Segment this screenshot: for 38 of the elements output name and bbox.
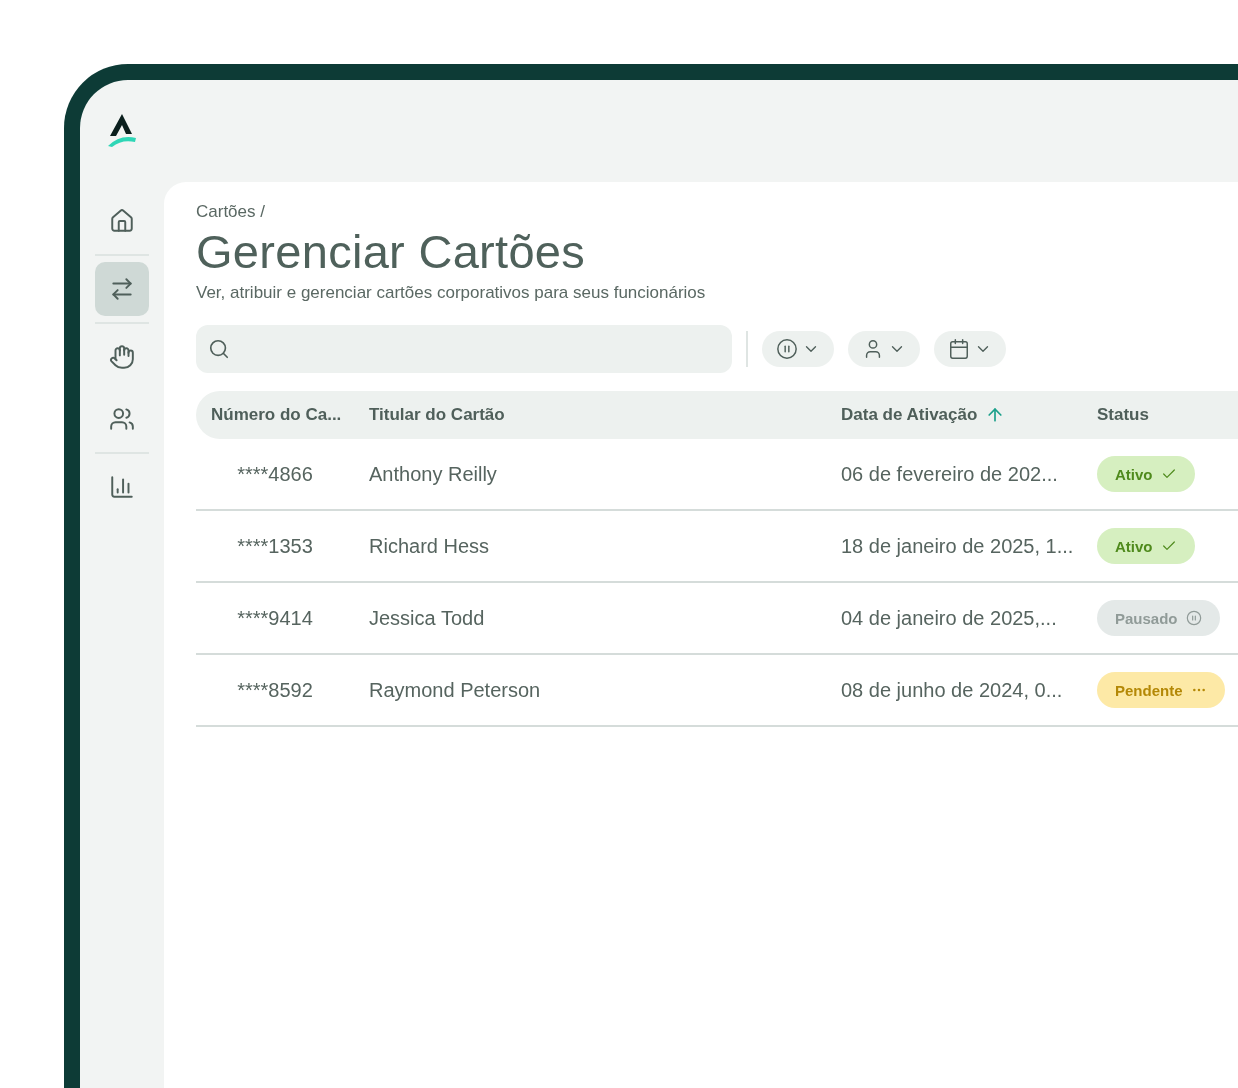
- column-header[interactable]: Data de Ativação: [841, 405, 978, 425]
- logo-icon: [106, 112, 138, 148]
- card-holder: Anthony Reilly: [368, 462, 498, 486]
- activation-date: 08 de junho de 2024, 0...: [840, 678, 1064, 702]
- card-holder: Jessica Todd: [368, 606, 486, 630]
- search-icon: [208, 338, 230, 360]
- card-holder: Raymond Peterson: [368, 678, 542, 702]
- column-header[interactable]: Titular do Cartão: [369, 405, 505, 425]
- column-header[interactable]: Status: [1097, 405, 1149, 425]
- card-number: ****9414: [236, 606, 314, 630]
- arrows-icon: [109, 276, 135, 302]
- hand-icon: [109, 344, 135, 370]
- status-badge: Pendente: [1097, 672, 1225, 708]
- pause-circle-icon: [1185, 610, 1202, 626]
- home-icon: [109, 208, 135, 234]
- card-number: ****1353: [236, 534, 314, 558]
- page-subtitle: Ver, atribuir e gerenciar cartões corporativos para seus funcionários: [196, 283, 707, 303]
- pause-circle-icon: [776, 338, 798, 360]
- card-number: ****8592: [236, 678, 314, 702]
- card-number: ****4866: [236, 462, 314, 486]
- nav-button[interactable]: [95, 262, 149, 316]
- status-badge: Pausado: [1097, 600, 1220, 636]
- activation-date: 04 de janeiro de 2025,...: [840, 606, 1058, 630]
- activation-date: 06 de fevereiro de 202...: [840, 462, 1059, 486]
- filter-dropdown[interactable]: [934, 331, 1006, 367]
- activation-date: 18 de janeiro de 2025, 1...: [840, 534, 1075, 558]
- page-title: Gerenciar Cartões: [196, 224, 587, 279]
- status-badge: Ativo: [1097, 528, 1195, 564]
- filter-dropdown[interactable]: [762, 331, 834, 367]
- filter-dropdown[interactable]: [848, 331, 920, 367]
- calendar-icon: [948, 338, 970, 360]
- column-header[interactable]: Número do Ca...: [211, 405, 342, 425]
- users-icon: [109, 406, 135, 432]
- status-badge: Ativo: [1097, 456, 1195, 492]
- search-field[interactable]: [196, 325, 732, 373]
- card-holder: Richard Hess: [368, 534, 491, 558]
- bar-chart-icon: [109, 474, 135, 500]
- breadcrumb[interactable]: Cartões /: [196, 202, 1238, 222]
